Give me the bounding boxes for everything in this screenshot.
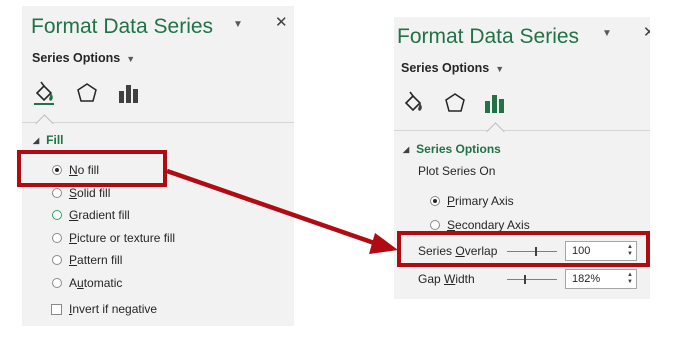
annotation-arrow (166, 168, 398, 254)
